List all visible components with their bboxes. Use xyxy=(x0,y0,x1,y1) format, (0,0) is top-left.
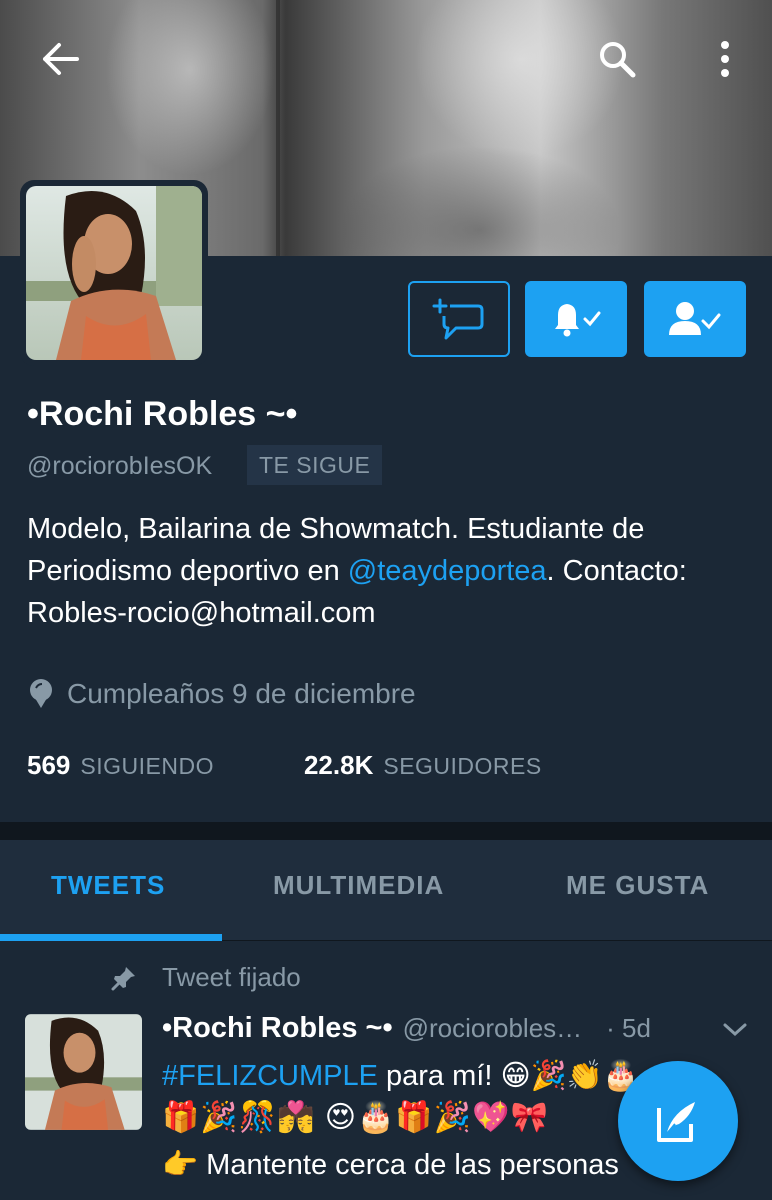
following-count: 569 xyxy=(27,750,71,780)
banner-divider xyxy=(276,0,280,256)
chevron-down-icon xyxy=(723,1023,747,1037)
compose-icon xyxy=(657,1102,695,1142)
followers-label: SEGUIDORES xyxy=(383,753,542,779)
add-to-list-button[interactable] xyxy=(408,281,510,357)
notifications-on-icon xyxy=(555,304,601,337)
tweet-author-name[interactable]: •Rochi Robles ~• xyxy=(162,1012,393,1045)
section-divider xyxy=(0,822,772,840)
tweet-text-line: #FELIZCUMPLE para mí! 😁🎉👏🎂 xyxy=(162,1058,639,1093)
active-tab-indicator xyxy=(0,934,222,941)
profile-stats: 569 SIGUIENDO 22.8K SEGUIDORES xyxy=(27,750,542,781)
birthday-row: Cumpleaños 9 de diciembre xyxy=(27,678,416,710)
following-label: SIGUIENDO xyxy=(80,753,214,779)
search-icon xyxy=(600,42,636,78)
tweet-author-handle[interactable]: @rociorobles… xyxy=(403,1013,583,1044)
tab-likes[interactable]: ME GUSTA xyxy=(566,870,709,901)
profile-handle: @rociorobIesOK xyxy=(27,452,213,480)
tab-multimedia[interactable]: MULTIMEDIA xyxy=(273,870,444,901)
profile-tabs: TWEETS MULTIMEDIA ME GUSTA xyxy=(0,840,772,941)
pinned-label: Tweet fijado xyxy=(162,962,301,992)
tweet-text: para mí! 😁🎉👏🎂 xyxy=(377,1060,639,1092)
back-arrow-icon xyxy=(43,43,79,75)
more-options-button[interactable] xyxy=(700,34,750,84)
tweet-hashtag-link[interactable]: #FELIZCUMPLE xyxy=(162,1060,378,1092)
profile-bio: Modelo, Bailarina de Showmatch. Estudian… xyxy=(27,508,747,634)
location-pin-icon xyxy=(30,679,52,708)
profile-avatar-frame xyxy=(20,180,208,366)
search-button[interactable] xyxy=(592,34,642,84)
profile-name: •Rochi Robles ~• xyxy=(27,395,298,433)
tweet-emoji-line: 🎁🎉🎊💏 😍🎂🎁🎉💖🎀 xyxy=(162,1101,549,1134)
tab-tweets[interactable]: TWEETS xyxy=(51,870,165,901)
birthday-text: Cumpleaños 9 de diciembre xyxy=(67,678,416,709)
followers-stat[interactable]: 22.8K SEGUIDORES xyxy=(304,750,542,781)
tweet-timestamp: · 5d xyxy=(606,1013,651,1043)
back-button[interactable] xyxy=(36,34,86,84)
add-to-list-icon xyxy=(432,298,484,340)
tweet-text-line-3: 👉 Mantente cerca de las personas xyxy=(162,1149,619,1181)
following-button[interactable] xyxy=(644,281,746,357)
tweet-header: •Rochi Robles ~• @rociorobles… · 5d xyxy=(162,1012,752,1045)
following-check-icon xyxy=(669,302,721,335)
pinned-label-row: Tweet fijado xyxy=(110,962,301,993)
profile-avatar[interactable] xyxy=(26,186,202,360)
followers-count: 22.8K xyxy=(303,750,374,780)
tweet-avatar[interactable] xyxy=(25,1014,142,1130)
following-stat[interactable]: 569 SIGUIENDO xyxy=(27,750,214,781)
pin-icon xyxy=(111,966,135,990)
more-vert-icon xyxy=(721,41,729,77)
tweet-menu-button[interactable] xyxy=(722,1022,748,1043)
follows-you-badge: TE SIGUE xyxy=(247,445,383,485)
compose-tweet-button[interactable] xyxy=(618,1061,738,1181)
notifications-button[interactable] xyxy=(525,281,627,357)
bio-mention-link[interactable]: @teaydeportea xyxy=(348,555,547,587)
